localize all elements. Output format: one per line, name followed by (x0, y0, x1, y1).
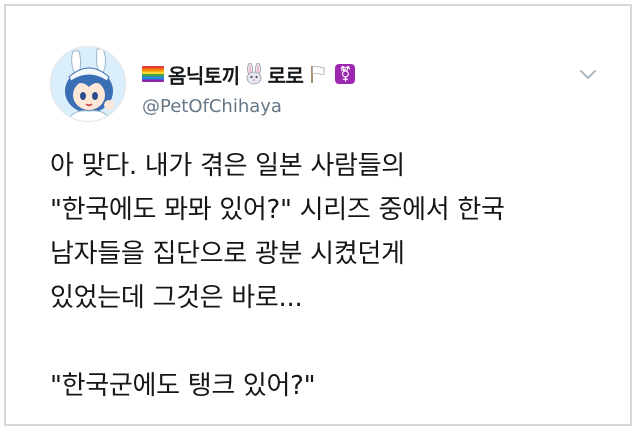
transgender-symbol-icon: ⚧ (335, 64, 356, 84)
display-name: 옴닉토끼 (168, 63, 240, 88)
chevron-down-icon[interactable] (578, 68, 598, 82)
tweet-text-line: "한국에도 뫄뫄 있어?" 시리즈 중에서 한국 (50, 195, 505, 225)
user-handle[interactable]: @PetOfChihaya (142, 96, 282, 117)
rabbit-face-icon (242, 62, 266, 86)
tweet-text: 아 맞다. 내가 겪은 일본 사람들의 "한국에도 뫄뫄 있어?" 시리즈 중에… (50, 144, 625, 408)
tweet-text-line: "한국군에도 탱크 있어?" (50, 371, 316, 401)
avatar-anime-character-icon (51, 47, 125, 121)
screenshot-frame: 옴닉토끼 로로 ⚧ @PetOfChihaya 아 맞다. 내가 겪은 일본 사… (4, 4, 632, 426)
rainbow-flag-icon (142, 66, 164, 82)
tweet-text-line: 남자들을 집단으로 광분 시켰던게 (50, 239, 405, 269)
white-flag-icon (305, 62, 329, 86)
display-name-suffix: 로로 (267, 63, 304, 88)
avatar[interactable] (50, 46, 126, 122)
tweet-card: 옴닉토끼 로로 ⚧ @PetOfChihaya 아 맞다. 내가 겪은 일본 사… (6, 6, 630, 424)
display-name-line[interactable]: 옴닉토끼 로로 ⚧ (142, 60, 356, 88)
tweet-text-line: 아 맞다. 내가 겪은 일본 사람들의 (50, 151, 405, 181)
tweet-text-line: 있었는데 그것은 바로... (50, 283, 303, 313)
